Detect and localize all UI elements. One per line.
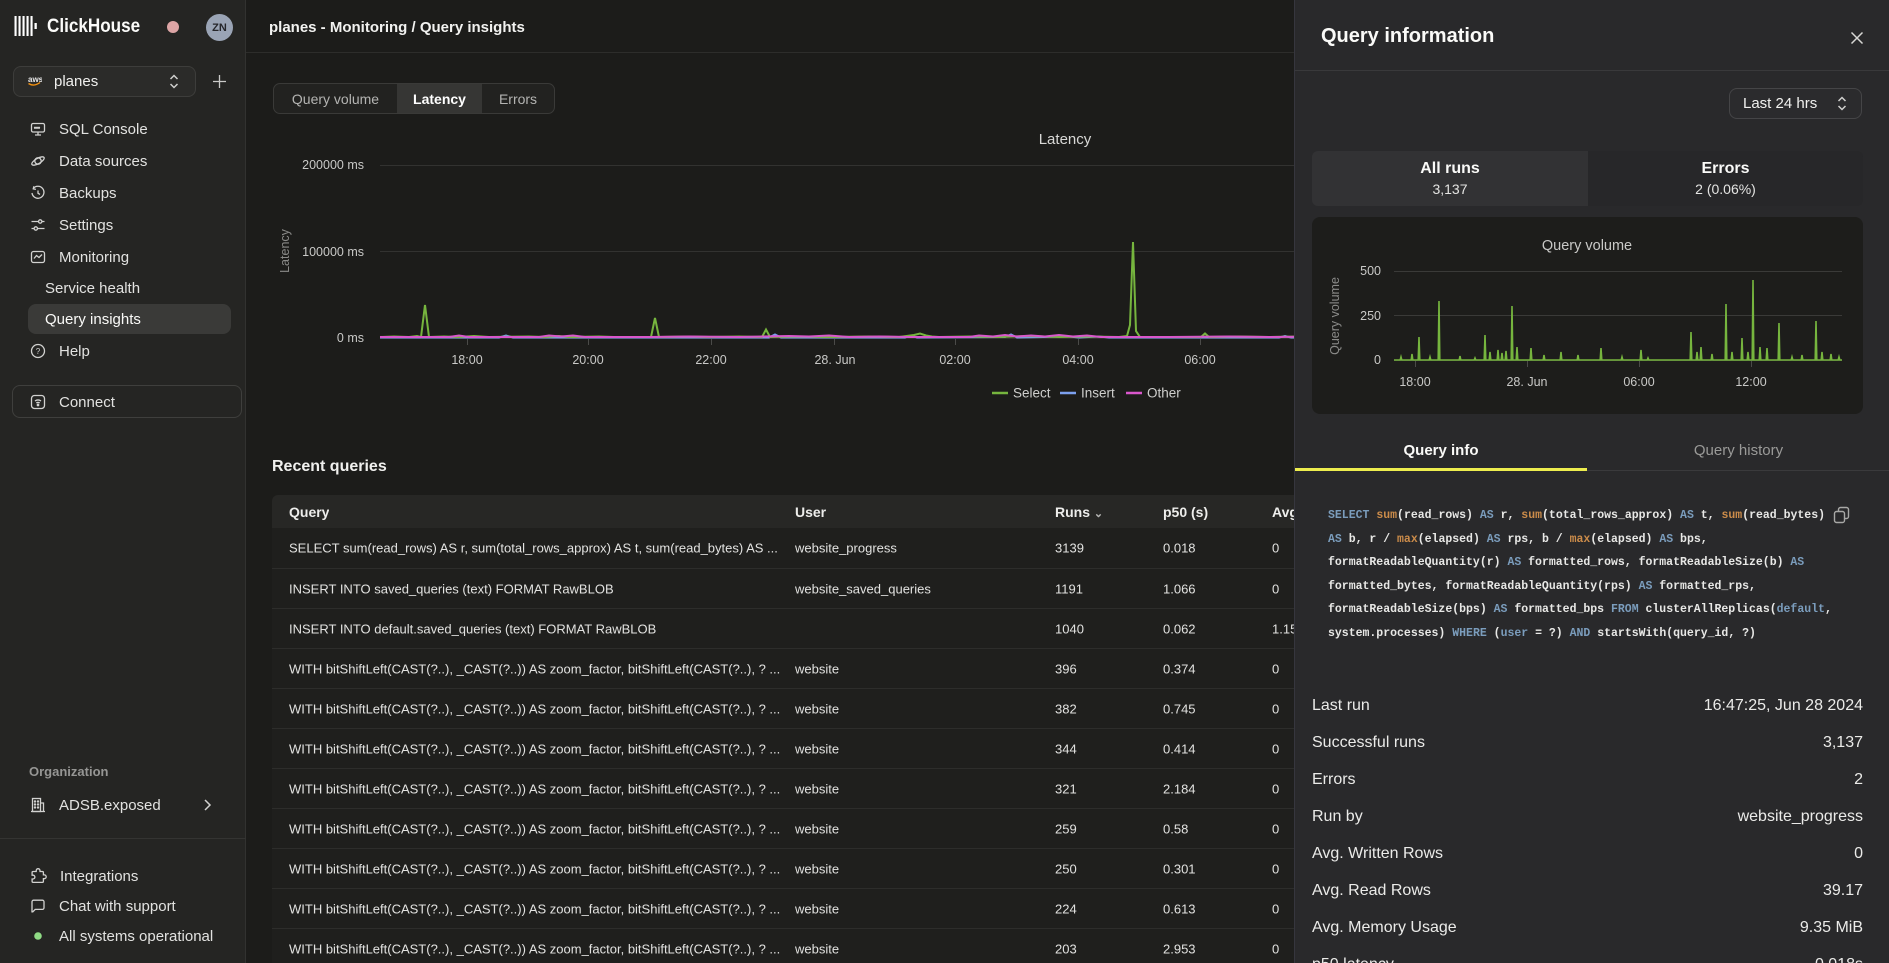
svg-text:Insert: Insert (1081, 386, 1115, 401)
svg-text:250: 250 (1360, 309, 1381, 323)
svg-text:0 ms: 0 ms (337, 331, 364, 345)
svg-text:02:00: 02:00 (939, 353, 970, 367)
svg-text:0: 0 (1374, 353, 1381, 367)
svg-text:04:00: 04:00 (1062, 353, 1093, 367)
svg-text:500: 500 (1360, 264, 1381, 278)
svg-text:06:00: 06:00 (1184, 353, 1215, 367)
svg-text:Other: Other (1147, 386, 1181, 401)
svg-text:Latency: Latency (1039, 131, 1092, 148)
svg-text:?: ? (36, 347, 41, 356)
svg-text:Latency: Latency (278, 228, 292, 273)
svg-text:18:00: 18:00 (1399, 375, 1430, 389)
svg-text:28. Jun: 28. Jun (1506, 375, 1547, 389)
svg-text:18:00: 18:00 (451, 353, 482, 367)
svg-text:100000 ms: 100000 ms (302, 245, 364, 259)
svg-text:12:00: 12:00 (1735, 375, 1766, 389)
svg-text:20:00: 20:00 (572, 353, 603, 367)
svg-text:200000 ms: 200000 ms (302, 158, 364, 172)
svg-text:06:00: 06:00 (1623, 375, 1654, 389)
svg-text:28. Jun: 28. Jun (814, 353, 855, 367)
svg-text:Query volume: Query volume (1542, 238, 1632, 254)
svg-text:Query volume: Query volume (1328, 277, 1342, 355)
svg-text:Select: Select (1013, 386, 1051, 401)
svg-text:22:00: 22:00 (695, 353, 726, 367)
